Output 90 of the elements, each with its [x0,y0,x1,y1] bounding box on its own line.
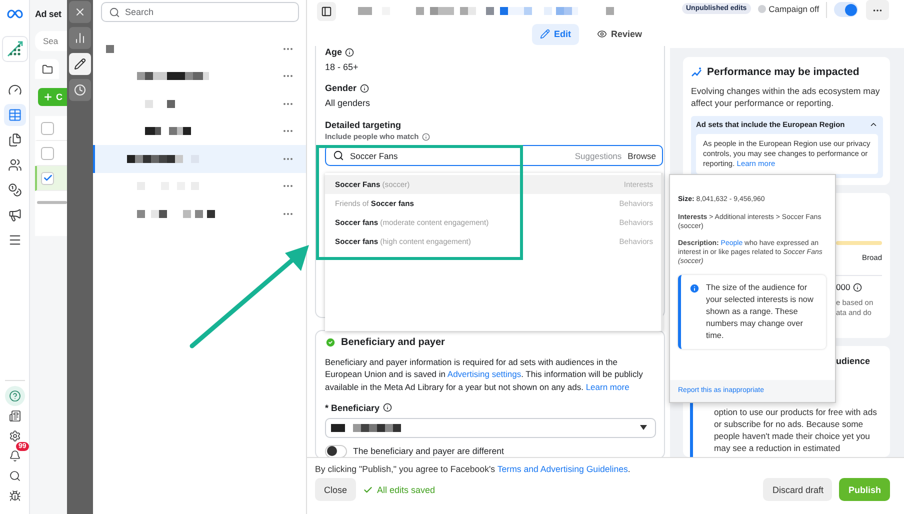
pixelated-text [127,154,199,163]
tree-row[interactable] [93,145,306,172]
discard-button[interactable]: Discard draft [763,478,832,501]
status-dot [758,5,766,13]
plus-icon [43,92,53,102]
pixelated-text [145,127,191,136]
row-checkbox[interactable] [41,122,54,134]
pencil-icon [74,58,86,70]
text-link[interactable]: Terms and Advertising Guidelines [497,464,628,474]
section-title: Beneficiary and payer [341,337,445,348]
toggle-switch[interactable] [325,444,347,457]
targeting-search-field[interactable]: Soccer Fans Suggestions Browse [325,145,663,166]
newspaper-icon [8,410,20,422]
card-title: Performance may be impacted [707,66,860,78]
settings-icon [8,430,20,442]
section-description: Beneficiary and payer information is required for ad sets with audiences in the European Union and is saved in Advertising settings. This information will be publicly available in the Meta Ad Library for a year but not shown on any ads. Learn more [325,356,644,393]
pencil-icon [540,29,550,39]
sidebar-icon [321,6,332,16]
tab[interactable]: Edit [532,24,579,44]
search-icon [8,470,20,482]
tool-button[interactable] [69,79,91,101]
note-text: The size of the audience for your selected interests is now shown as a range. These numbers may change over time. [706,282,814,342]
growth-chart-icon [6,40,24,58]
pixelated-text [331,424,401,432]
card-text: Evolving changes within the ads ecosystem may affect your performance or reporting. [691,85,881,109]
check-icon [363,484,374,494]
people-icon [8,158,22,172]
caret-icon [640,425,647,430]
toggle-label: The beneficiary and payer are different [353,446,504,456]
search-icon [109,6,120,18]
pixelated-text [145,100,175,108]
help-icon [8,390,20,402]
text-link[interactable]: Learn more [586,382,630,392]
megaphone-icon [8,208,22,222]
tool-button[interactable] [69,27,91,49]
folder-tab[interactable] [35,59,59,79]
info-icon[interactable] [345,48,354,56]
field-label: * Beneficiary [325,402,380,414]
sparkle-chart-icon [691,67,702,77]
pixelated-text [106,44,114,53]
tab[interactable]: Review [588,24,650,44]
browse-link[interactable]: Browse [628,150,656,160]
check-icon [42,173,52,183]
row-checkbox[interactable] [41,146,54,160]
campaign-toggle[interactable] [834,2,858,17]
clock-icon [74,84,86,96]
save-status: All edits saved [377,484,436,494]
bell-icon [8,450,20,462]
row-checkbox[interactable] [41,172,54,184]
table-icon [8,108,22,122]
info-icon [689,283,700,294]
search-field[interactable]: Search [101,2,299,22]
panel-title: Ad set [35,9,62,19]
audience-meter [836,241,882,245]
consent-text: By clicking "Publish," you agree to Facebook's Terms and Advertising Guidelines. [315,464,632,474]
info-icon[interactable] [853,282,862,292]
text-link[interactable]: Advertising settings [447,369,522,380]
field-label: Detailed targeting [325,119,402,131]
pages-icon [8,133,22,147]
beneficiary-select[interactable] [325,418,656,438]
campaign-status: Campaign off [768,4,820,14]
panel-toggle-button[interactable] [317,2,336,20]
infinity-logo-icon [6,9,22,19]
eye-icon [596,29,607,39]
bug-icon [8,490,20,502]
suggestions-link[interactable]: Suggestions [574,150,622,160]
field-value: 18 - 65+ [325,61,360,73]
field-label: Gender [325,82,357,94]
check-circle-icon [325,337,336,348]
chevron-up-icon[interactable] [869,120,878,129]
pixelated-text [137,72,209,80]
menu-icon [8,233,22,247]
estimate-value: 000 [836,282,850,292]
info-icon[interactable] [360,84,369,92]
info-icon[interactable] [382,403,392,412]
field-value: All genders [325,97,372,109]
nav-button[interactable] [2,36,28,62]
coins-icon [8,183,22,197]
search-icon [333,150,344,161]
note-text: option to use our products for free with ads or subscribe for no ads. Because some people haven't made their choice yet you may see a reduction in estimated [714,406,878,454]
field-label: Age [325,46,342,58]
gauge-icon [8,83,22,97]
card-title: udience [836,356,872,366]
tool-button[interactable] [69,53,91,75]
scrollbar[interactable] [37,201,67,204]
close-button[interactable]: Close [315,478,356,501]
bar-chart-icon [74,32,86,44]
close-icon [74,6,86,18]
folder-icon [42,64,52,74]
search-field[interactable]: Sea [35,31,67,51]
